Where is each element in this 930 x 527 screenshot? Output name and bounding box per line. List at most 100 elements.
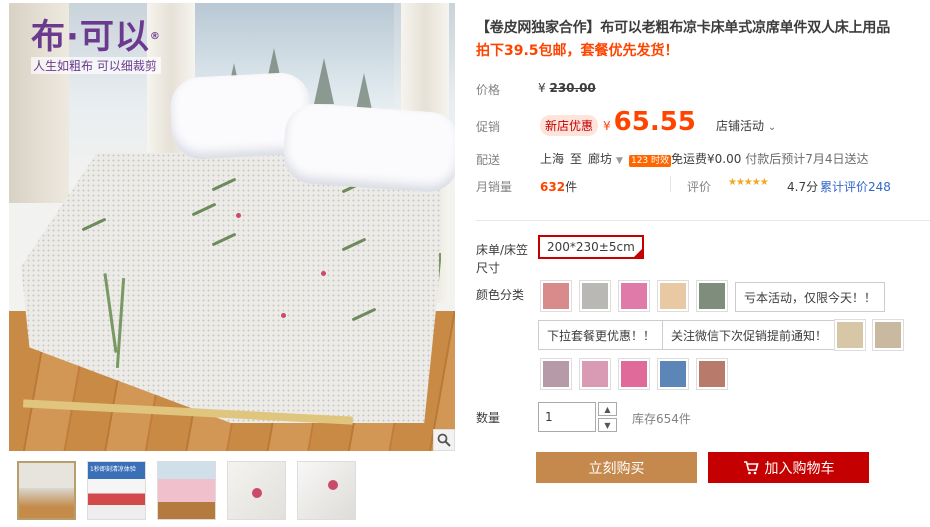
flower-pattern (281, 313, 286, 318)
color-swatch[interactable] (696, 358, 728, 390)
sales-count: 632 (540, 180, 566, 194)
delivery-eta: 付款后预计7月4日送达 (745, 152, 869, 166)
leaf-pattern (191, 202, 217, 217)
swatch-thumb (699, 283, 725, 309)
color-swatch[interactable] (579, 358, 611, 390)
sales-label: 月销量 (476, 180, 513, 194)
thumbnail-4[interactable] (227, 461, 286, 520)
color-swatch[interactable] (540, 358, 572, 390)
quantity-decrease-button[interactable]: ▼ (598, 418, 617, 432)
shop-activity-dropdown[interactable]: 店铺活动 ⌄ (716, 117, 776, 134)
reviews-link[interactable]: 累计评价248 (820, 178, 891, 195)
color-swatch[interactable] (696, 280, 728, 312)
add-to-cart-label: 加入购物车 (764, 459, 835, 476)
swatch-thumb (543, 283, 569, 309)
brand-slogan: 人生如粗布 可以细裁剪 (31, 57, 161, 74)
swatch-thumb (875, 322, 901, 348)
size-option-label: 200*230±5cm (547, 240, 635, 254)
promo-tag: 新店优惠 (540, 115, 599, 136)
shipping-fee: 免运费¥0.00 (671, 152, 742, 166)
leaf-pattern (211, 232, 237, 247)
divider (476, 220, 930, 221)
delivery-badge: 123 时效 (628, 155, 672, 167)
swatch-thumb (582, 283, 608, 309)
ship-to-word: 至 (570, 152, 583, 166)
swatch-thumb (621, 361, 647, 387)
color-swatch[interactable] (540, 280, 572, 312)
color-swatch[interactable] (579, 280, 611, 312)
quantity-label: 数量 (476, 411, 501, 425)
rating-score: 4.7分 (787, 180, 819, 194)
currency-symbol: ¥ (603, 119, 611, 133)
color-option-label: 亏本活动，仅限今天！！ (744, 290, 877, 305)
promo-price-value: 65.55 (613, 107, 696, 137)
chevron-up-icon: ▲ (604, 404, 611, 414)
bamboo-pattern (103, 273, 118, 353)
color-swatch[interactable] (657, 358, 689, 390)
zoom-button[interactable] (433, 429, 455, 451)
size-label: 床单/床笠尺寸 (476, 243, 529, 275)
original-price: ¥ 230.00 (538, 81, 596, 95)
promo-label: 促销 (476, 120, 501, 134)
ship-from: 上海 (540, 152, 565, 166)
tree (314, 58, 334, 104)
color-option-text[interactable]: 下拉套餐更优惠！！ (538, 320, 665, 350)
color-option-label: 关注微信下次促销提前通知！ (671, 328, 828, 343)
swatch-thumb (582, 361, 608, 387)
bamboo-pattern (115, 278, 126, 368)
swatch-thumb (660, 361, 686, 387)
size-option[interactable]: 200*230±5cm (538, 235, 644, 259)
divider (670, 176, 671, 192)
stock-count: 库存654件 (632, 412, 691, 426)
shop-activity-label: 店铺活动 (716, 119, 765, 133)
thumbnail-1[interactable] (17, 461, 76, 520)
color-swatch[interactable] (872, 319, 904, 351)
color-swatch[interactable] (618, 280, 650, 312)
product-subtitle: 拍下39.5包邮，套餐优先发货！ (476, 43, 679, 59)
color-option-text[interactable]: 关注微信下次促销提前通知！ (662, 320, 837, 350)
brand-mark: 布·可以® (31, 17, 161, 57)
thumbnail-2[interactable]: 1秒即刻清凉体验 (87, 461, 146, 520)
ship-to-city[interactable]: 廊坊 (588, 152, 612, 166)
color-swatch[interactable] (657, 280, 689, 312)
monthly-sales: 632件 (540, 178, 577, 195)
quantity-input[interactable] (538, 402, 596, 432)
thumbnail-badge: 1秒即刻清凉体验 (90, 466, 136, 473)
delivery-label: 配送 (476, 153, 501, 167)
swatch-thumb (699, 361, 725, 387)
brand-logo: 布·可以® 人生如粗布 可以细裁剪 (31, 17, 161, 74)
flower-pattern (321, 271, 326, 276)
chevron-down-icon: ⌄ (767, 122, 777, 133)
rating-stars-icon: ★★★★★ (728, 177, 769, 188)
thumbnail-5[interactable] (297, 461, 356, 520)
add-to-cart-button[interactable]: 加入购物车 (708, 452, 869, 483)
main-product-image[interactable]: 布·可以® 人生如粗布 可以细裁剪 (9, 3, 455, 451)
swatch-thumb (837, 322, 863, 348)
leaf-pattern (341, 237, 367, 252)
original-price-value: 230.00 (549, 81, 596, 95)
leaf-pattern (211, 177, 237, 192)
rating-label: 评价 (687, 180, 712, 194)
leaf-pattern (81, 217, 107, 232)
selected-check-icon (632, 248, 643, 258)
thumbnail-3[interactable] (157, 461, 216, 520)
color-swatch[interactable] (834, 319, 866, 351)
swatch-thumb (660, 283, 686, 309)
pillow (281, 101, 455, 195)
thumbnail-strip: 1秒即刻清凉体验 (17, 461, 356, 520)
swatch-thumb (621, 283, 647, 309)
magnifier-icon (437, 433, 451, 447)
promo-price: ¥65.55 (603, 107, 696, 137)
quantity-increase-button[interactable]: ▲ (598, 402, 617, 416)
chevron-down-icon: ▼ (604, 420, 611, 430)
color-label: 颜色分类 (476, 288, 525, 302)
currency-symbol: ¥ (538, 81, 546, 95)
cart-icon (743, 460, 759, 475)
flower-pattern (236, 213, 241, 218)
caret-down-icon[interactable]: ▼ (616, 156, 623, 166)
leaf-pattern (351, 307, 377, 322)
color-option-text[interactable]: 亏本活动，仅限今天！！ (735, 282, 886, 312)
delivery-info: 上海至廊坊 ▼ 123 时效 免运费¥0.00 付款后预计7月4日送达 (540, 150, 868, 167)
color-swatch[interactable] (618, 358, 650, 390)
buy-now-button[interactable]: 立刻购买 (536, 452, 697, 483)
